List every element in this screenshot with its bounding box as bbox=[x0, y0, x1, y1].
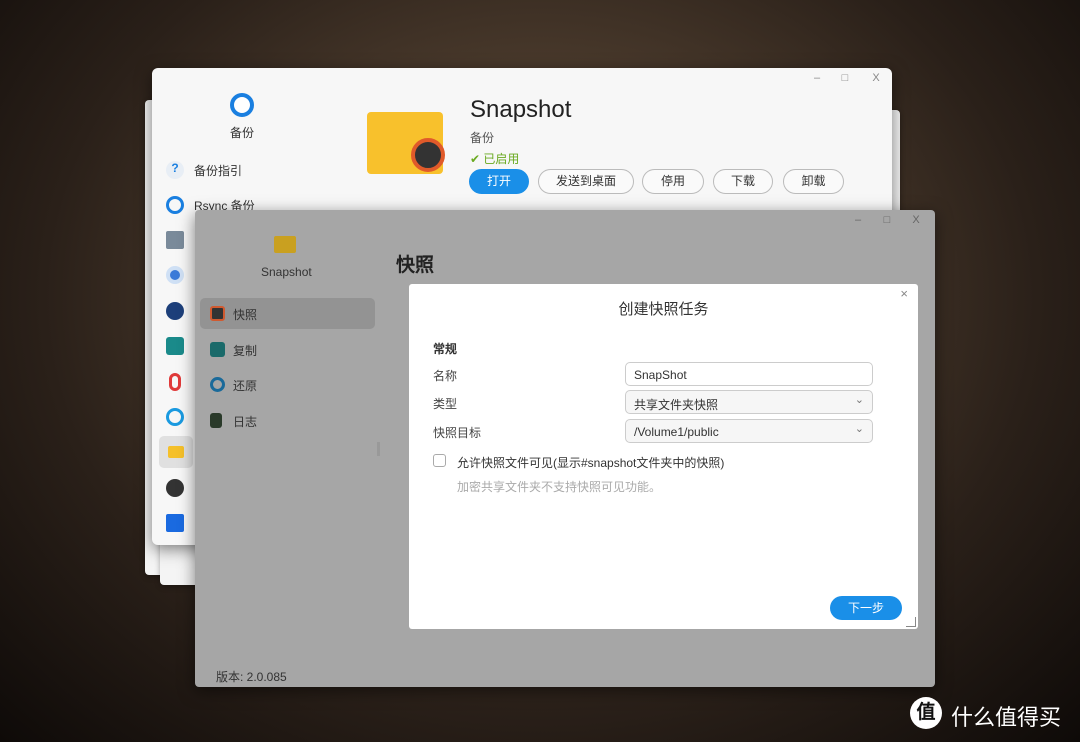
app-icon[interactable] bbox=[166, 302, 184, 320]
nav-snapshot[interactable]: 快照 bbox=[200, 298, 375, 329]
snapshot-folder-icon bbox=[367, 112, 445, 174]
nav-label: 还原 bbox=[233, 379, 258, 393]
app-category: 备份 bbox=[470, 131, 495, 145]
status-badge: ✔ 已启用 bbox=[470, 150, 519, 167]
target-value: /Volume1/public bbox=[634, 425, 719, 439]
cloud-icon[interactable] bbox=[166, 408, 184, 426]
app-icon[interactable] bbox=[166, 337, 184, 355]
minimize-button[interactable]: – bbox=[807, 72, 827, 84]
name-input[interactable]: SnapShot bbox=[625, 362, 873, 386]
open-button[interactable]: 打开 bbox=[469, 169, 529, 194]
watermark-logo-icon: 值 bbox=[910, 697, 942, 729]
nav-log[interactable]: 日志 bbox=[200, 405, 375, 436]
maximize-button[interactable]: □ bbox=[835, 72, 855, 84]
visible-snapshot-checkbox[interactable] bbox=[433, 454, 446, 467]
nav-replication[interactable]: 复制 bbox=[200, 334, 375, 365]
name-label: 名称 bbox=[433, 369, 458, 383]
close-button[interactable]: X bbox=[866, 72, 886, 84]
restore-icon bbox=[210, 377, 225, 392]
page-title: 快照 bbox=[396, 255, 435, 276]
version-text: 版本: 2.0.085 bbox=[216, 670, 287, 684]
rsync-icon bbox=[166, 196, 184, 214]
section-heading: 常规 bbox=[433, 342, 458, 356]
type-value: 共享文件夹快照 bbox=[634, 398, 719, 412]
send-to-desktop-button[interactable]: 发送到桌面 bbox=[538, 169, 634, 194]
sidebar-item-snapshot-selected[interactable] bbox=[159, 436, 193, 468]
nav-label: 日志 bbox=[233, 415, 258, 429]
chevron-down-icon: ⌄ bbox=[854, 423, 864, 435]
watermark-text: 什么值得买 bbox=[951, 705, 1062, 730]
app-icon[interactable] bbox=[166, 479, 184, 497]
resize-grip[interactable] bbox=[906, 617, 916, 627]
download-button[interactable]: 下载 bbox=[713, 169, 773, 194]
app-name: Snapshot bbox=[261, 265, 312, 279]
target-select[interactable]: /Volume1/public ⌄ bbox=[625, 419, 873, 443]
hint-text: 加密共享文件夹不支持快照可见功能。 bbox=[457, 480, 662, 494]
dialog-title: 创建快照任务 bbox=[618, 301, 709, 318]
next-button[interactable]: 下一步 bbox=[830, 596, 902, 620]
app-icon[interactable] bbox=[166, 231, 184, 249]
status-text: 已启用 bbox=[483, 152, 520, 166]
app-icon[interactable] bbox=[166, 514, 184, 532]
check-icon: ✔ bbox=[470, 152, 484, 166]
minimize-button[interactable]: – bbox=[848, 214, 868, 226]
app-icon[interactable] bbox=[169, 373, 181, 391]
app-icon[interactable] bbox=[166, 266, 184, 284]
snapshot-icon bbox=[210, 306, 225, 321]
nav-restore[interactable]: 还原 bbox=[200, 369, 375, 400]
sidebar-header: 备份 bbox=[230, 126, 255, 140]
uninstall-button[interactable]: 卸载 bbox=[783, 169, 844, 194]
nav-label: 复制 bbox=[233, 344, 258, 358]
type-select[interactable]: 共享文件夹快照 ⌄ bbox=[625, 390, 873, 414]
sidebar-item-guide[interactable]: 备份指引 bbox=[194, 162, 242, 179]
help-icon: ? bbox=[166, 161, 184, 179]
target-label: 快照目标 bbox=[433, 426, 482, 440]
snapshot-app-icon bbox=[274, 236, 296, 253]
checkbox-label: 允许快照文件可见(显示#snapshot文件夹中的快照) bbox=[457, 456, 725, 470]
create-snapshot-dialog: × 创建快照任务 常规 名称 SnapShot 类型 共享文件夹快照 ⌄ 快照目标… bbox=[409, 284, 918, 629]
log-icon bbox=[210, 413, 222, 428]
app-title: Snapshot bbox=[470, 96, 572, 123]
backup-clock-icon bbox=[230, 93, 254, 117]
close-button[interactable]: X bbox=[906, 214, 926, 226]
sidebar-resize-handle[interactable] bbox=[377, 442, 380, 456]
chevron-down-icon: ⌄ bbox=[854, 394, 864, 406]
disable-button[interactable]: 停用 bbox=[642, 169, 704, 194]
type-label: 类型 bbox=[433, 397, 458, 411]
nav-label: 快照 bbox=[233, 308, 258, 322]
replication-icon bbox=[210, 342, 225, 357]
maximize-button[interactable]: □ bbox=[877, 214, 897, 226]
